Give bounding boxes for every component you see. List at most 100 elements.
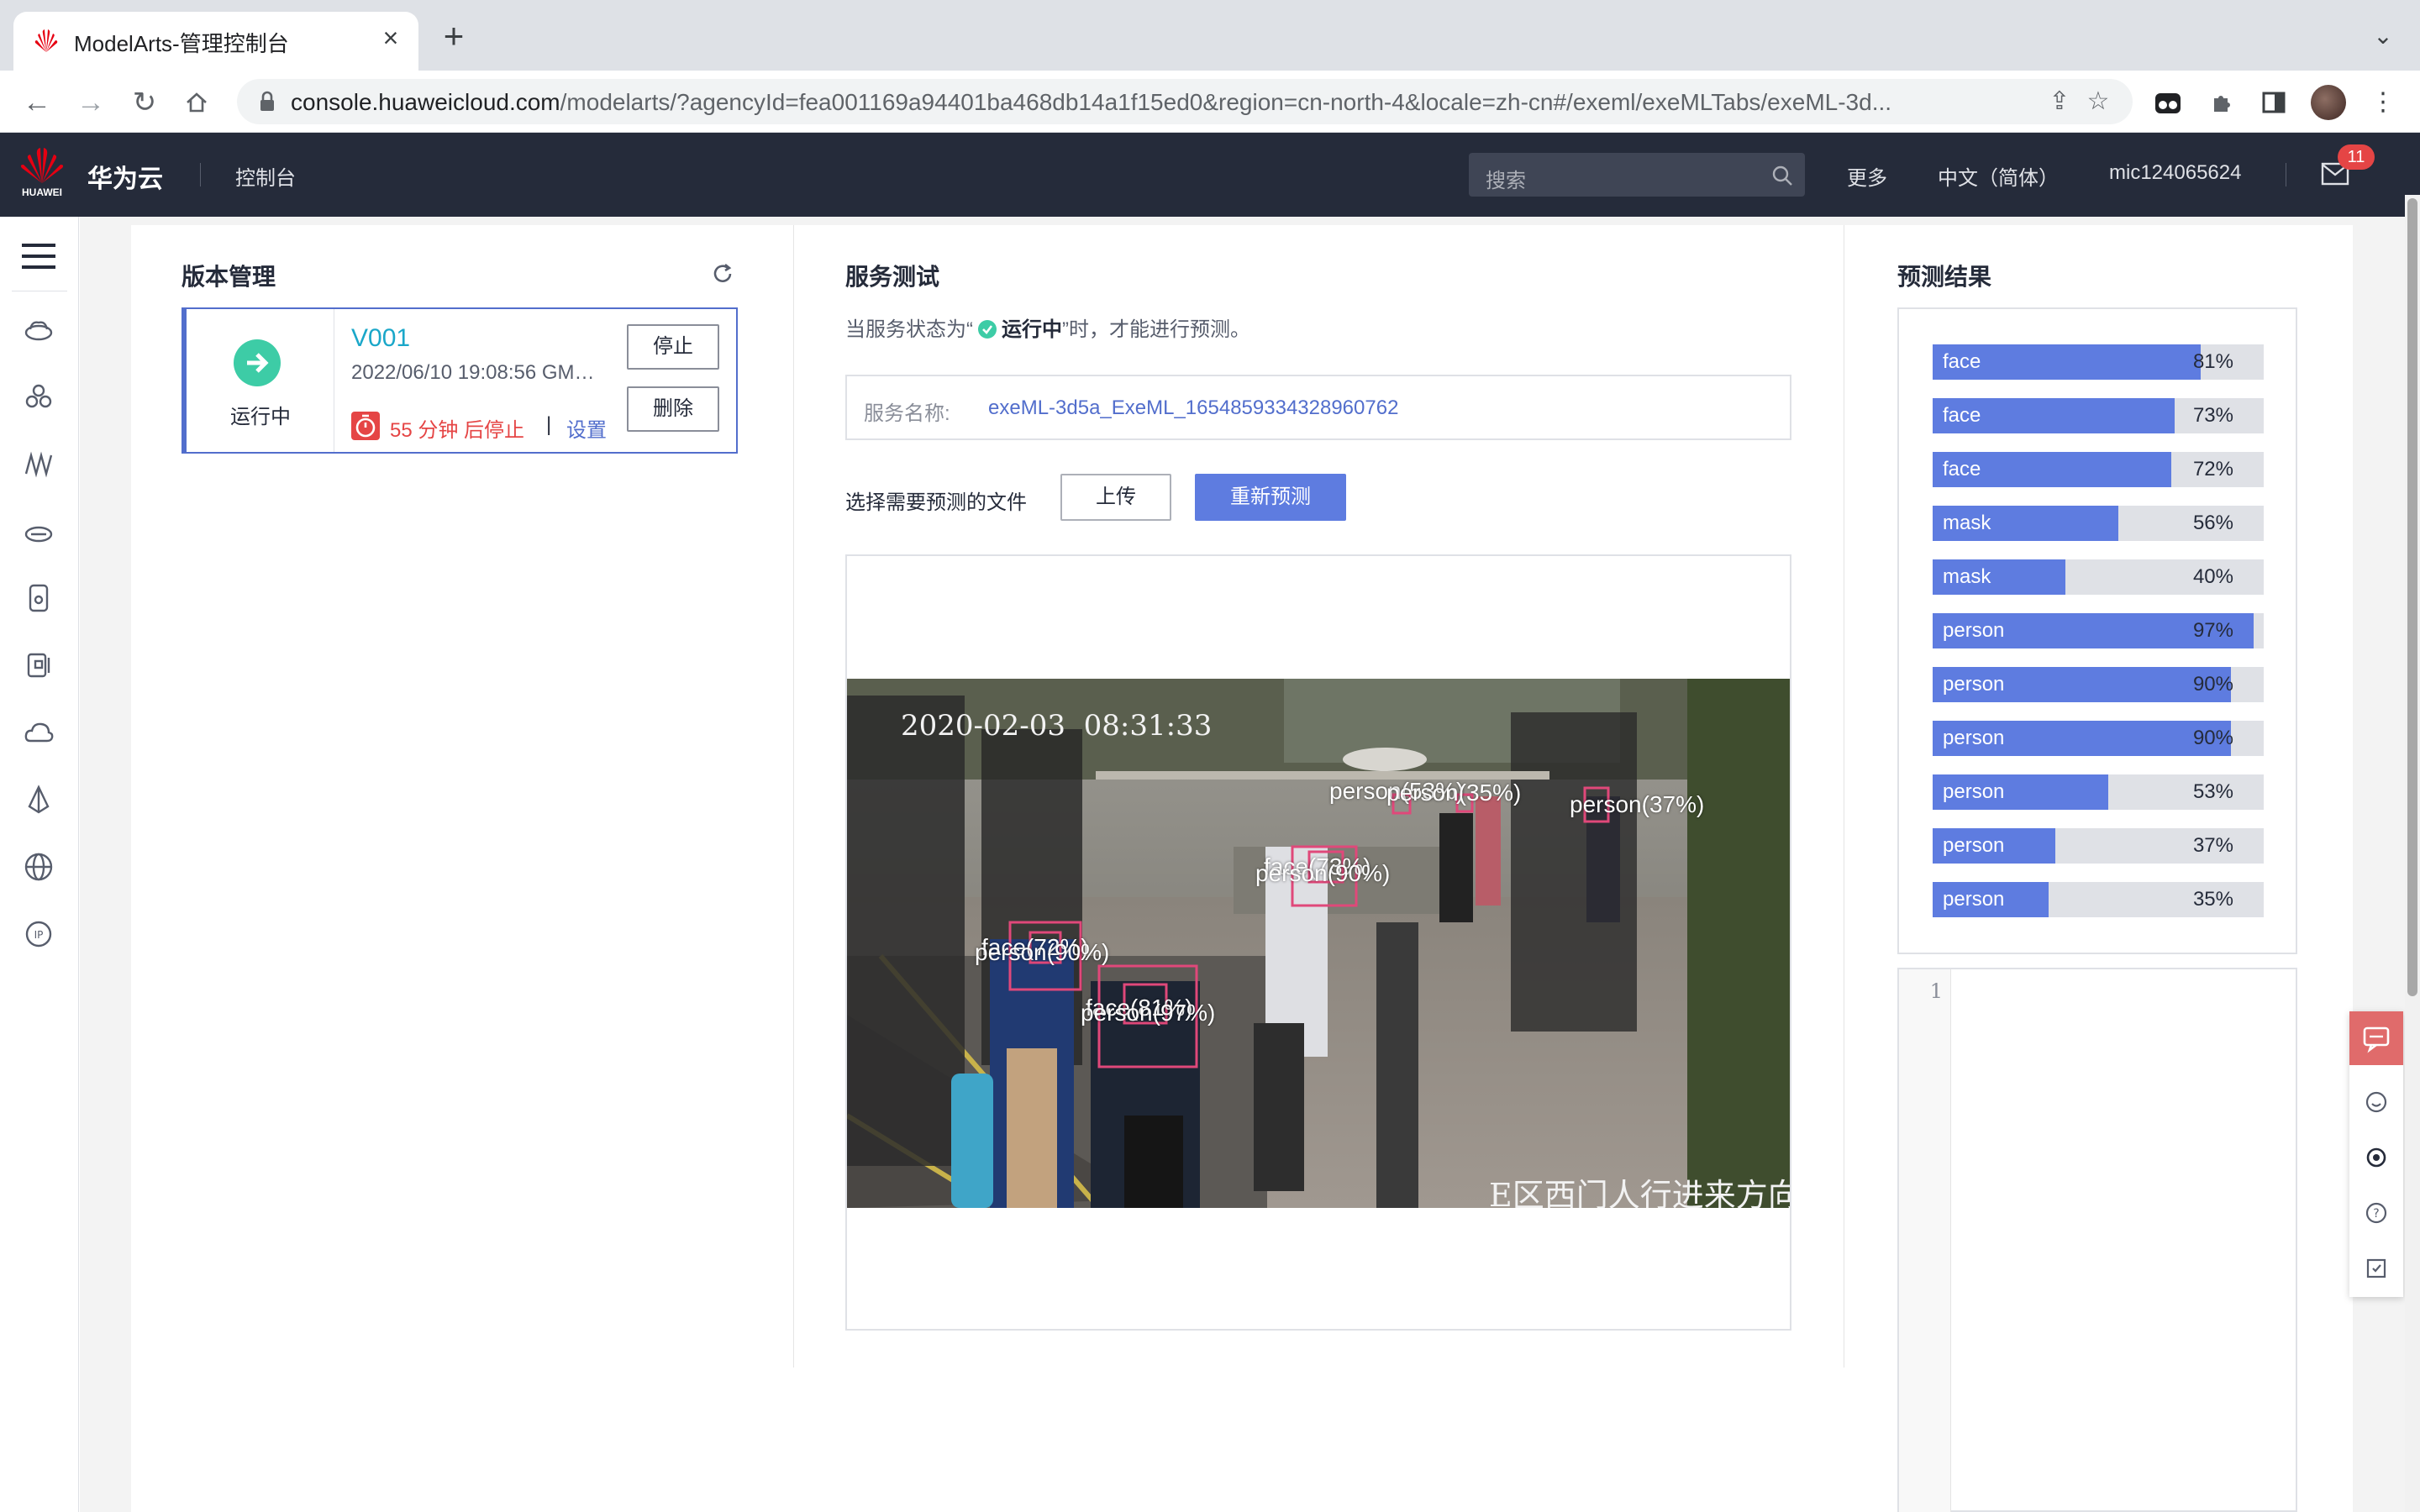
prediction-label: person xyxy=(1943,780,2005,803)
url-text: console.huaweicloud.com/modelarts/?agenc… xyxy=(291,89,1892,115)
stop-button[interactable]: 停止 xyxy=(627,324,719,370)
bookmark-star-icon[interactable]: ☆ xyxy=(2084,87,2112,116)
lock-icon[interactable] xyxy=(259,91,276,113)
refresh-icon[interactable] xyxy=(711,262,734,286)
prediction-bar: mask 40% xyxy=(1933,559,2264,595)
detection-label: person(35%) xyxy=(1386,780,1522,806)
prediction-bar: person 90% xyxy=(1933,667,2264,702)
feedback-chat-button[interactable] xyxy=(2349,1011,2403,1065)
search-placeholder: 搜索 xyxy=(1486,170,1526,192)
container-icon[interactable] xyxy=(24,650,54,680)
huawei-petal-icon xyxy=(20,148,64,183)
prediction-percentage: 81% xyxy=(2192,350,2233,373)
repredict-button[interactable]: 重新预测 xyxy=(1195,474,1346,521)
database-icon[interactable] xyxy=(24,583,54,613)
help-icon[interactable]: ? xyxy=(2365,1201,2388,1225)
prediction-label: mask xyxy=(1943,565,1991,588)
tab-search-chevron-icon[interactable]: ⌄ xyxy=(2370,22,2396,49)
reload-icon[interactable]: ↻ xyxy=(128,86,161,119)
service-sidebar: IP xyxy=(0,217,79,1512)
smile-icon[interactable] xyxy=(2365,1090,2388,1114)
column-divider xyxy=(793,225,794,1368)
huawei-logo[interactable]: HUAWEI xyxy=(15,146,69,202)
running-arrow-icon xyxy=(234,339,281,386)
page-scrollbar[interactable] xyxy=(2405,195,2420,1512)
line-number: 1 xyxy=(1929,979,1943,1003)
service-name-value[interactable]: exeML-3d5a_ExeML_1654859334328960762 xyxy=(988,396,1398,420)
detection-label: person(97%) xyxy=(1081,1000,1216,1026)
prediction-percentage: 90% xyxy=(2192,727,2233,749)
header-search-input[interactable]: 搜索 xyxy=(1469,153,1805,197)
prediction-percentage: 37% xyxy=(2192,834,2233,857)
prediction-percentage: 56% xyxy=(2192,512,2233,534)
mail-count-badge: 11 xyxy=(2338,144,2375,170)
cloud-server-icon[interactable] xyxy=(24,314,54,344)
service-name-label: 服务名称: xyxy=(864,402,950,425)
hamburger-menu-icon[interactable] xyxy=(22,242,55,270)
browser-toolbar: ← → ↻ console.huaweicloud.com/modelarts/… xyxy=(0,71,2420,133)
back-arrow-icon[interactable]: ← xyxy=(20,86,54,119)
floating-toolbar: ? xyxy=(2349,1011,2403,1297)
cloud-icon[interactable] xyxy=(24,717,54,748)
prediction-results-title: 预测结果 xyxy=(1897,264,1992,290)
cloud-storage-icon[interactable] xyxy=(24,516,54,546)
scrollbar-thumb[interactable] xyxy=(2407,198,2417,996)
extensions-puzzle-icon[interactable] xyxy=(2205,86,2238,119)
tab-close-icon[interactable]: × xyxy=(376,24,405,52)
json-result-editor[interactable]: 1 xyxy=(1897,968,2297,1512)
svg-text:IP: IP xyxy=(34,929,44,941)
side-panel-icon[interactable] xyxy=(2257,86,2291,119)
search-icon[interactable] xyxy=(1771,165,1793,186)
version-status-block: 运行中 xyxy=(187,309,334,452)
prediction-label: person xyxy=(1943,834,2005,857)
version-management-title: 版本管理 xyxy=(182,264,276,290)
prediction-bar: person 53% xyxy=(1933,774,2264,810)
home-icon[interactable] xyxy=(180,86,213,119)
extension-glasses-icon[interactable] xyxy=(2151,86,2185,119)
console-link[interactable]: 控制台 xyxy=(235,161,296,191)
username-menu[interactable]: mic124065624 xyxy=(2109,161,2241,185)
profile-avatar[interactable] xyxy=(2311,85,2346,120)
address-bar[interactable]: console.huaweicloud.com/modelarts/?agenc… xyxy=(237,79,2133,124)
prediction-label: person xyxy=(1943,619,2005,642)
share-icon[interactable]: ⇪ xyxy=(2045,87,2074,116)
version-date: 2022/06/10 19:08:56 GMT+08:00 xyxy=(351,361,595,384)
prediction-bar: person 97% xyxy=(1933,613,2264,648)
headset-icon[interactable] xyxy=(2365,1146,2388,1169)
prediction-percentage: 72% xyxy=(2192,458,2233,480)
service-status-hint: 当服务状态为“ 运行中”时，才能进行预测。 xyxy=(845,318,1250,341)
prediction-label: person xyxy=(1943,888,2005,911)
more-menu[interactable]: 更多 xyxy=(1847,161,1887,191)
edit-note-icon[interactable] xyxy=(2365,1257,2388,1280)
brand-name[interactable]: 华为云 xyxy=(87,158,163,195)
chat-icon xyxy=(2363,1026,2390,1053)
browser-menu-icon[interactable]: ⋮ xyxy=(2366,86,2400,119)
globe-icon[interactable] xyxy=(24,852,54,882)
browser-tab-bar: ModelArts-管理控制台 × + ⌄ xyxy=(0,0,2420,71)
delete-button[interactable]: 删除 xyxy=(627,386,719,432)
prediction-label: face xyxy=(1943,350,1981,373)
language-switch[interactable]: 中文（简体） xyxy=(1938,161,2059,191)
detection-label: person(37%) xyxy=(1570,791,1705,817)
deploy-icon[interactable] xyxy=(24,785,54,815)
prediction-label: mask xyxy=(1943,512,1991,534)
version-name[interactable]: V001 xyxy=(351,324,410,353)
settings-link[interactable]: 设置 xyxy=(566,413,607,443)
prediction-bar: person 35% xyxy=(1933,882,2264,917)
prediction-percentage: 53% xyxy=(2192,780,2233,803)
prediction-label: face xyxy=(1943,458,1981,480)
huawei-favicon-icon xyxy=(34,29,58,52)
cluster-icon[interactable] xyxy=(24,381,54,412)
service-test-title: 服务测试 xyxy=(845,264,940,290)
prediction-bar: face 73% xyxy=(1933,398,2264,433)
browser-tab[interactable]: ModelArts-管理控制台 × xyxy=(13,12,418,71)
version-card[interactable]: 运行中 V001 2022/06/10 19:08:56 GMT+08:00 5… xyxy=(182,307,738,454)
app-header: HUAWEI 华为云 控制台 搜索 更多 中文（简体） mic124065624… xyxy=(0,133,2420,217)
new-tab-plus-icon[interactable]: + xyxy=(437,18,471,54)
image-timestamp-overlay: 2020-02-03 08:31:33 xyxy=(901,709,1213,743)
upload-button[interactable]: 上传 xyxy=(1060,474,1171,521)
forward-arrow-icon[interactable]: → xyxy=(74,86,108,119)
detection-label: person(90%) xyxy=(1255,860,1391,886)
ip-icon[interactable]: IP xyxy=(24,919,54,949)
network-icon[interactable] xyxy=(24,449,54,479)
